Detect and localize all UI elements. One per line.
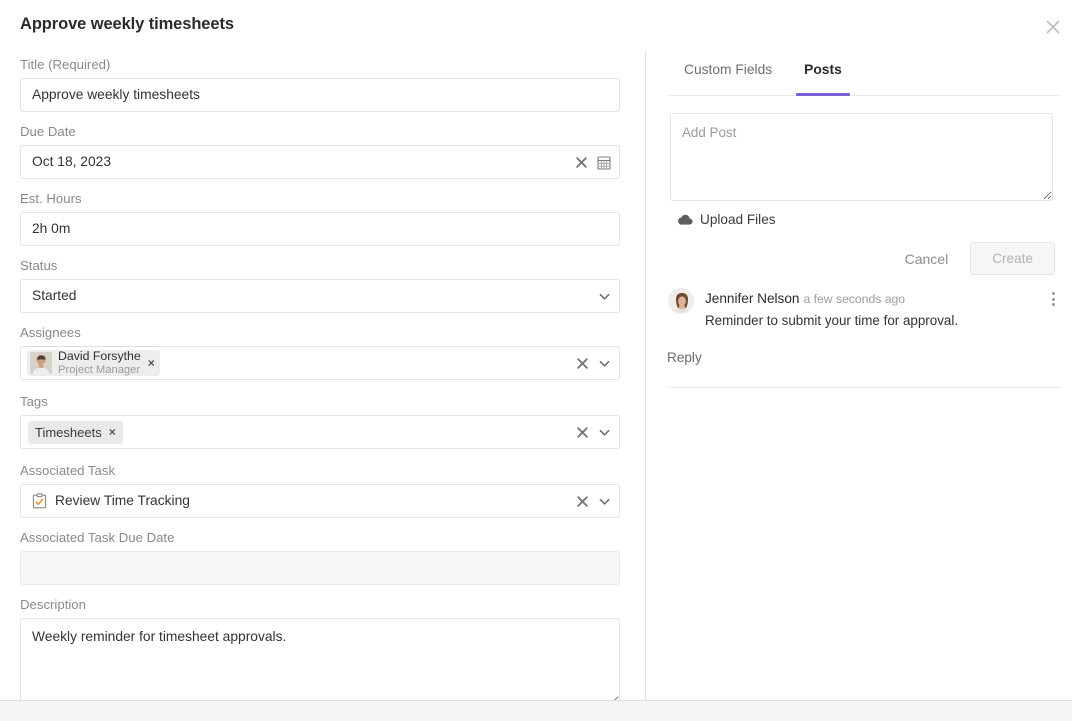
- clear-x-icon[interactable]: [576, 426, 589, 439]
- assignees-adornments: [576, 347, 611, 379]
- due-date-input-value: Oct 18, 2023: [32, 154, 112, 170]
- task-detail-modal: Approve weekly timesheets Title (Require…: [0, 0, 1072, 701]
- field-title: Title (Required) Approve weekly timeshee…: [20, 56, 620, 112]
- chevron-down-icon[interactable]: [598, 290, 611, 303]
- assignees-select[interactable]: David Forsythe Project Manager ×: [20, 346, 620, 380]
- field-label-est-hours: Est. Hours: [20, 191, 82, 206]
- associated-task-value: Review Time Tracking: [55, 493, 190, 509]
- close-icon[interactable]: [1043, 17, 1063, 37]
- upload-files-label: Upload Files: [700, 212, 776, 227]
- associated-task-select[interactable]: Review Time Tracking: [20, 484, 620, 518]
- assignee-role: Project Manager: [58, 363, 141, 376]
- tags-select[interactable]: Timesheets ×: [20, 415, 620, 449]
- clear-x-icon[interactable]: [576, 357, 589, 370]
- post-item: Jennifer Nelson a few seconds ago Reminde…: [668, 288, 1061, 329]
- field-tags: Tags Timesheets ×: [20, 393, 620, 449]
- tags-adornments: [576, 416, 611, 448]
- title-input[interactable]: Approve weekly timesheets: [20, 78, 620, 112]
- create-button[interactable]: Create: [970, 242, 1055, 275]
- est-hours-input-value: 2h 0m: [32, 221, 71, 237]
- post-actions: Cancel Create: [893, 242, 1055, 275]
- field-status: Status Started: [20, 257, 620, 313]
- tab-posts[interactable]: Posts: [788, 60, 858, 96]
- post-row: Jennifer Nelson a few seconds ago Reminde…: [668, 288, 1061, 329]
- status-adornments: [598, 280, 611, 312]
- associated-task-due-date-input: [20, 551, 620, 585]
- field-label-tags: Tags: [20, 394, 48, 409]
- assignee-chip-remove-icon[interactable]: ×: [147, 356, 155, 370]
- field-label-due-date: Due Date: [20, 124, 76, 139]
- cloud-upload-icon: [678, 214, 693, 225]
- tag-chip-remove-icon[interactable]: ×: [108, 425, 116, 439]
- cancel-button[interactable]: Cancel: [893, 243, 961, 275]
- task-form-panel: Title (Required) Approve weekly timeshee…: [0, 50, 645, 701]
- footer-divider: [0, 700, 1072, 701]
- clear-x-icon[interactable]: [576, 495, 589, 508]
- due-date-adornments: [575, 146, 611, 178]
- tag-chip-label: Timesheets: [35, 424, 102, 440]
- add-post-textarea[interactable]: [670, 113, 1053, 201]
- description-textarea[interactable]: [20, 618, 620, 701]
- clear-x-icon[interactable]: [575, 156, 588, 169]
- field-est-hours: Est. Hours 2h 0m: [20, 190, 620, 246]
- tag-chip[interactable]: Timesheets ×: [28, 420, 123, 444]
- status-select[interactable]: Started: [20, 279, 620, 313]
- assignee-name: David Forsythe: [58, 349, 141, 364]
- field-label-status: Status: [20, 258, 58, 273]
- post-text: Reminder to submit your time for approva…: [705, 313, 959, 328]
- post-author: Jennifer Nelson: [705, 291, 800, 306]
- field-associated-task: Associated Task Review Time Tracking: [20, 462, 620, 518]
- field-label-description: Description: [20, 597, 86, 612]
- post-body: Jennifer Nelson a few seconds ago Reminde…: [705, 288, 1061, 329]
- status-select-value: Started: [32, 288, 77, 304]
- dot: [1051, 292, 1055, 295]
- field-label-associated-task-due-date: Associated Task Due Date: [20, 530, 175, 545]
- assignee-chip-text: David Forsythe Project Manager: [58, 349, 141, 376]
- more-vertical-icon[interactable]: [1045, 290, 1061, 308]
- field-due-date: Due Date Oct 18, 2023: [20, 123, 620, 179]
- title-input-value: Approve weekly timesheets: [32, 87, 200, 103]
- post-meta: Jennifer Nelson a few seconds ago: [705, 289, 1061, 309]
- associated-task-adornments: [576, 485, 611, 517]
- post-separator: [668, 387, 1061, 388]
- post-timestamp: a few seconds ago: [803, 292, 906, 306]
- page-title: Approve weekly timesheets: [20, 15, 234, 33]
- field-label-title: Title (Required): [20, 57, 111, 72]
- upload-files-button[interactable]: Upload Files: [677, 212, 776, 227]
- field-associated-task-due-date: Associated Task Due Date: [20, 529, 620, 585]
- assignee-chip[interactable]: David Forsythe Project Manager ×: [27, 350, 160, 376]
- field-label-assignees: Assignees: [20, 325, 81, 340]
- field-assignees: Assignees David Forsythe Project Manager…: [20, 324, 620, 380]
- field-label-associated-task: Associated Task: [20, 463, 116, 478]
- avatar: [668, 288, 694, 314]
- avatar: [30, 352, 52, 374]
- est-hours-input[interactable]: 2h 0m: [20, 212, 620, 246]
- clipboard-check-icon: [32, 493, 47, 509]
- chevron-down-icon[interactable]: [598, 357, 611, 370]
- field-description: Description: [20, 596, 620, 701]
- dot: [1051, 297, 1055, 301]
- chevron-down-icon[interactable]: [598, 426, 611, 439]
- calendar-icon[interactable]: [597, 155, 611, 170]
- activity-panel: Custom Fields Posts Upload Files Cancel …: [646, 50, 1072, 701]
- chevron-down-icon[interactable]: [598, 495, 611, 508]
- due-date-input[interactable]: Oct 18, 2023: [20, 145, 620, 179]
- panel-tabs: Custom Fields Posts: [668, 60, 1061, 96]
- reply-link[interactable]: Reply: [667, 350, 702, 365]
- tab-custom-fields[interactable]: Custom Fields: [668, 60, 788, 95]
- modal-header: Approve weekly timesheets: [0, 0, 1072, 50]
- dot: [1051, 303, 1055, 306]
